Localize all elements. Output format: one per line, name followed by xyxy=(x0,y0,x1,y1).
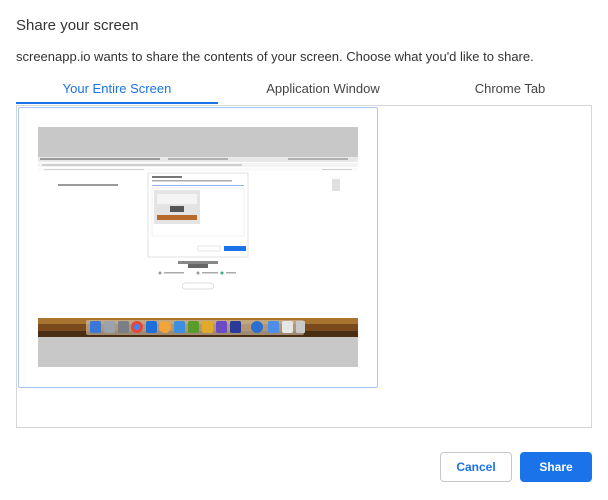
screen-preview-image xyxy=(38,127,358,367)
active-tab-indicator xyxy=(16,102,218,104)
source-picker-area xyxy=(16,105,592,428)
dialog-subtitle: screenapp.io wants to share the contents… xyxy=(16,49,534,64)
tab-entire-screen[interactable]: Your Entire Screen xyxy=(16,74,218,104)
screen-thumbnail xyxy=(38,127,358,367)
screen-option-card[interactable] xyxy=(18,107,378,388)
tab-chrome-tab[interactable]: Chrome Tab xyxy=(428,74,592,104)
share-screen-dialog: Share your screen screenapp.io wants to … xyxy=(0,0,608,500)
tab-application-window[interactable]: Application Window xyxy=(218,74,428,104)
source-tabs: Your Entire Screen Application Window Ch… xyxy=(16,74,592,106)
dialog-title: Share your screen xyxy=(16,17,139,34)
cancel-button[interactable]: Cancel xyxy=(440,452,512,482)
share-button[interactable]: Share xyxy=(520,452,592,482)
